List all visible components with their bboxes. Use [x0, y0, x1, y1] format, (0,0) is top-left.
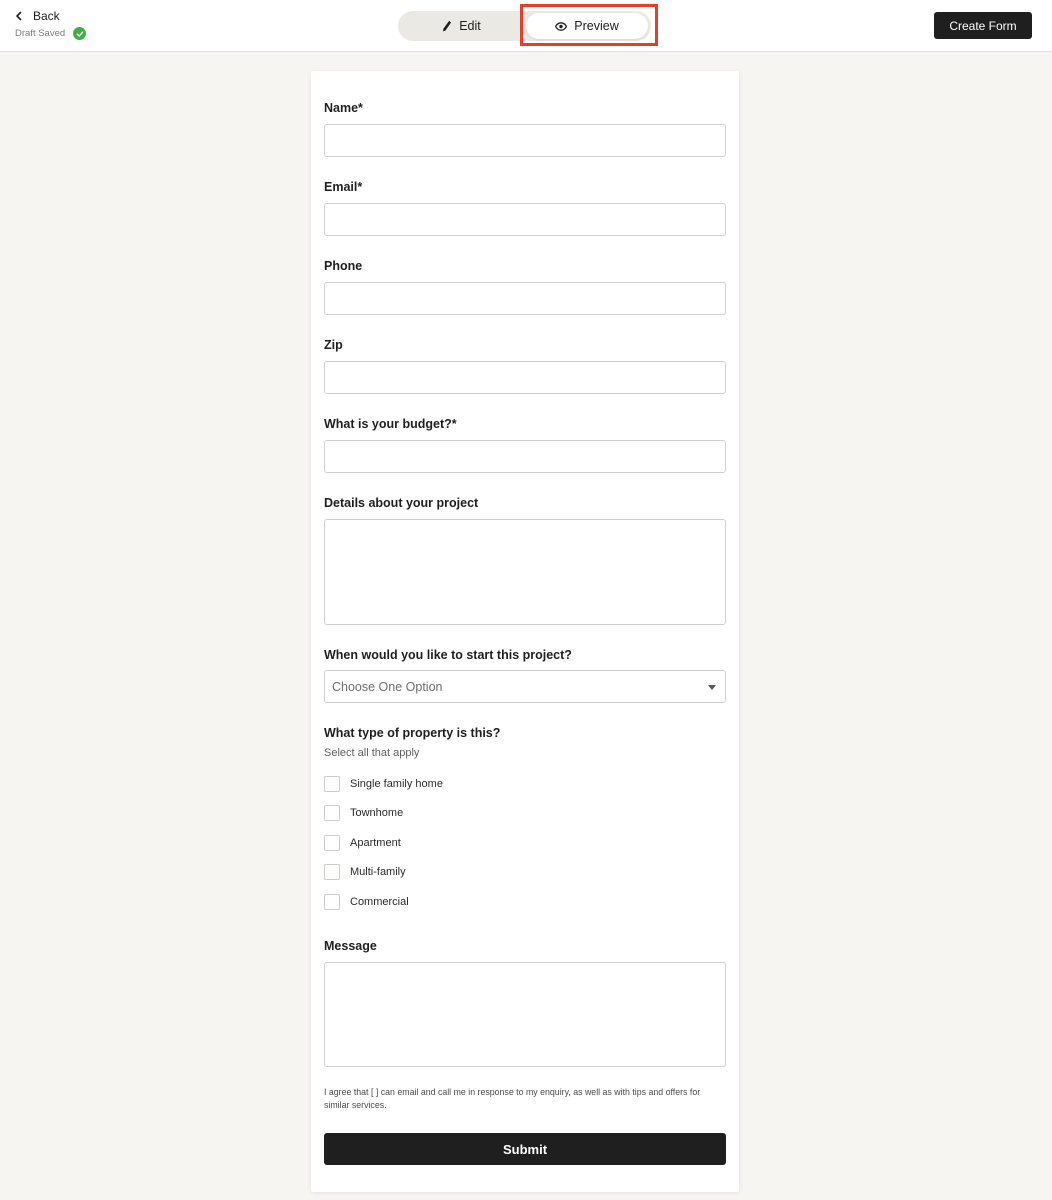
checkbox-apartment[interactable]: Apartment: [324, 835, 401, 851]
checkbox-box[interactable]: [324, 776, 340, 792]
tab-edit[interactable]: Edit: [400, 13, 523, 39]
checkbox-box[interactable]: [324, 864, 340, 880]
consent-text: I agree that [ ] can email and call me i…: [324, 1087, 701, 1110]
check-circle-icon: [73, 27, 87, 40]
start-date-label: When would you like to start this projec…: [324, 648, 572, 662]
form-card: Name* Email* Phone Zip What is your budg…: [311, 71, 739, 1192]
property-type-hint: Select all that apply: [324, 747, 420, 759]
submit-button[interactable]: Submit: [324, 1133, 726, 1165]
checkbox-single-family-home[interactable]: Single family home: [324, 776, 443, 792]
eye-icon: [555, 21, 568, 31]
tab-preview-label: Preview: [574, 19, 619, 33]
chevron-left-icon: [16, 11, 22, 21]
checkbox-box[interactable]: [324, 805, 340, 821]
property-type-label: What type of property is this?: [324, 726, 501, 740]
checkbox-label: Single family home: [350, 778, 443, 790]
phone-label: Phone: [324, 259, 363, 273]
checkbox-box[interactable]: [324, 894, 340, 910]
checkbox-label: Townhome: [350, 807, 404, 819]
name-label: Name*: [324, 101, 363, 115]
edit-preview-toggle: Edit Preview: [398, 11, 651, 41]
start-date-select[interactable]: Choose One Option: [324, 670, 726, 703]
top-bar: Back Draft Saved Edit Preview Create For…: [0, 0, 1052, 52]
draft-status-label: Draft Saved: [15, 28, 66, 39]
start-date-selected-value: Choose One Option: [332, 679, 443, 694]
draft-status: Draft Saved: [15, 27, 87, 40]
zip-label: Zip: [324, 338, 343, 352]
checkbox-box[interactable]: [324, 835, 340, 851]
tab-preview[interactable]: Preview: [526, 13, 648, 39]
message-label: Message: [324, 939, 377, 953]
zip-input[interactable]: [324, 361, 726, 394]
email-input[interactable]: [324, 203, 726, 236]
pencil-icon: [443, 20, 452, 32]
name-input[interactable]: [324, 124, 726, 157]
checkbox-multi-family[interactable]: Multi-family: [324, 864, 406, 880]
tab-edit-label: Edit: [459, 19, 481, 33]
checkbox-townhome[interactable]: Townhome: [324, 805, 403, 821]
phone-input[interactable]: [324, 282, 726, 315]
checkbox-label: Multi-family: [350, 866, 406, 878]
project-details-label: Details about your project: [324, 496, 479, 510]
back-button[interactable]: Back: [14, 9, 60, 23]
budget-input[interactable]: [324, 440, 726, 473]
back-label: Back: [33, 9, 60, 23]
email-label: Email*: [324, 180, 363, 194]
checkbox-label: Apartment: [350, 837, 401, 849]
create-form-button[interactable]: Create Form: [934, 12, 1032, 39]
message-textarea[interactable]: [324, 962, 726, 1067]
budget-label: What is your budget?*: [324, 417, 457, 431]
project-details-textarea[interactable]: [324, 519, 726, 625]
checkbox-commercial[interactable]: Commercial: [324, 894, 409, 910]
caret-down-icon: [708, 685, 716, 690]
checkbox-label: Commercial: [350, 896, 409, 908]
